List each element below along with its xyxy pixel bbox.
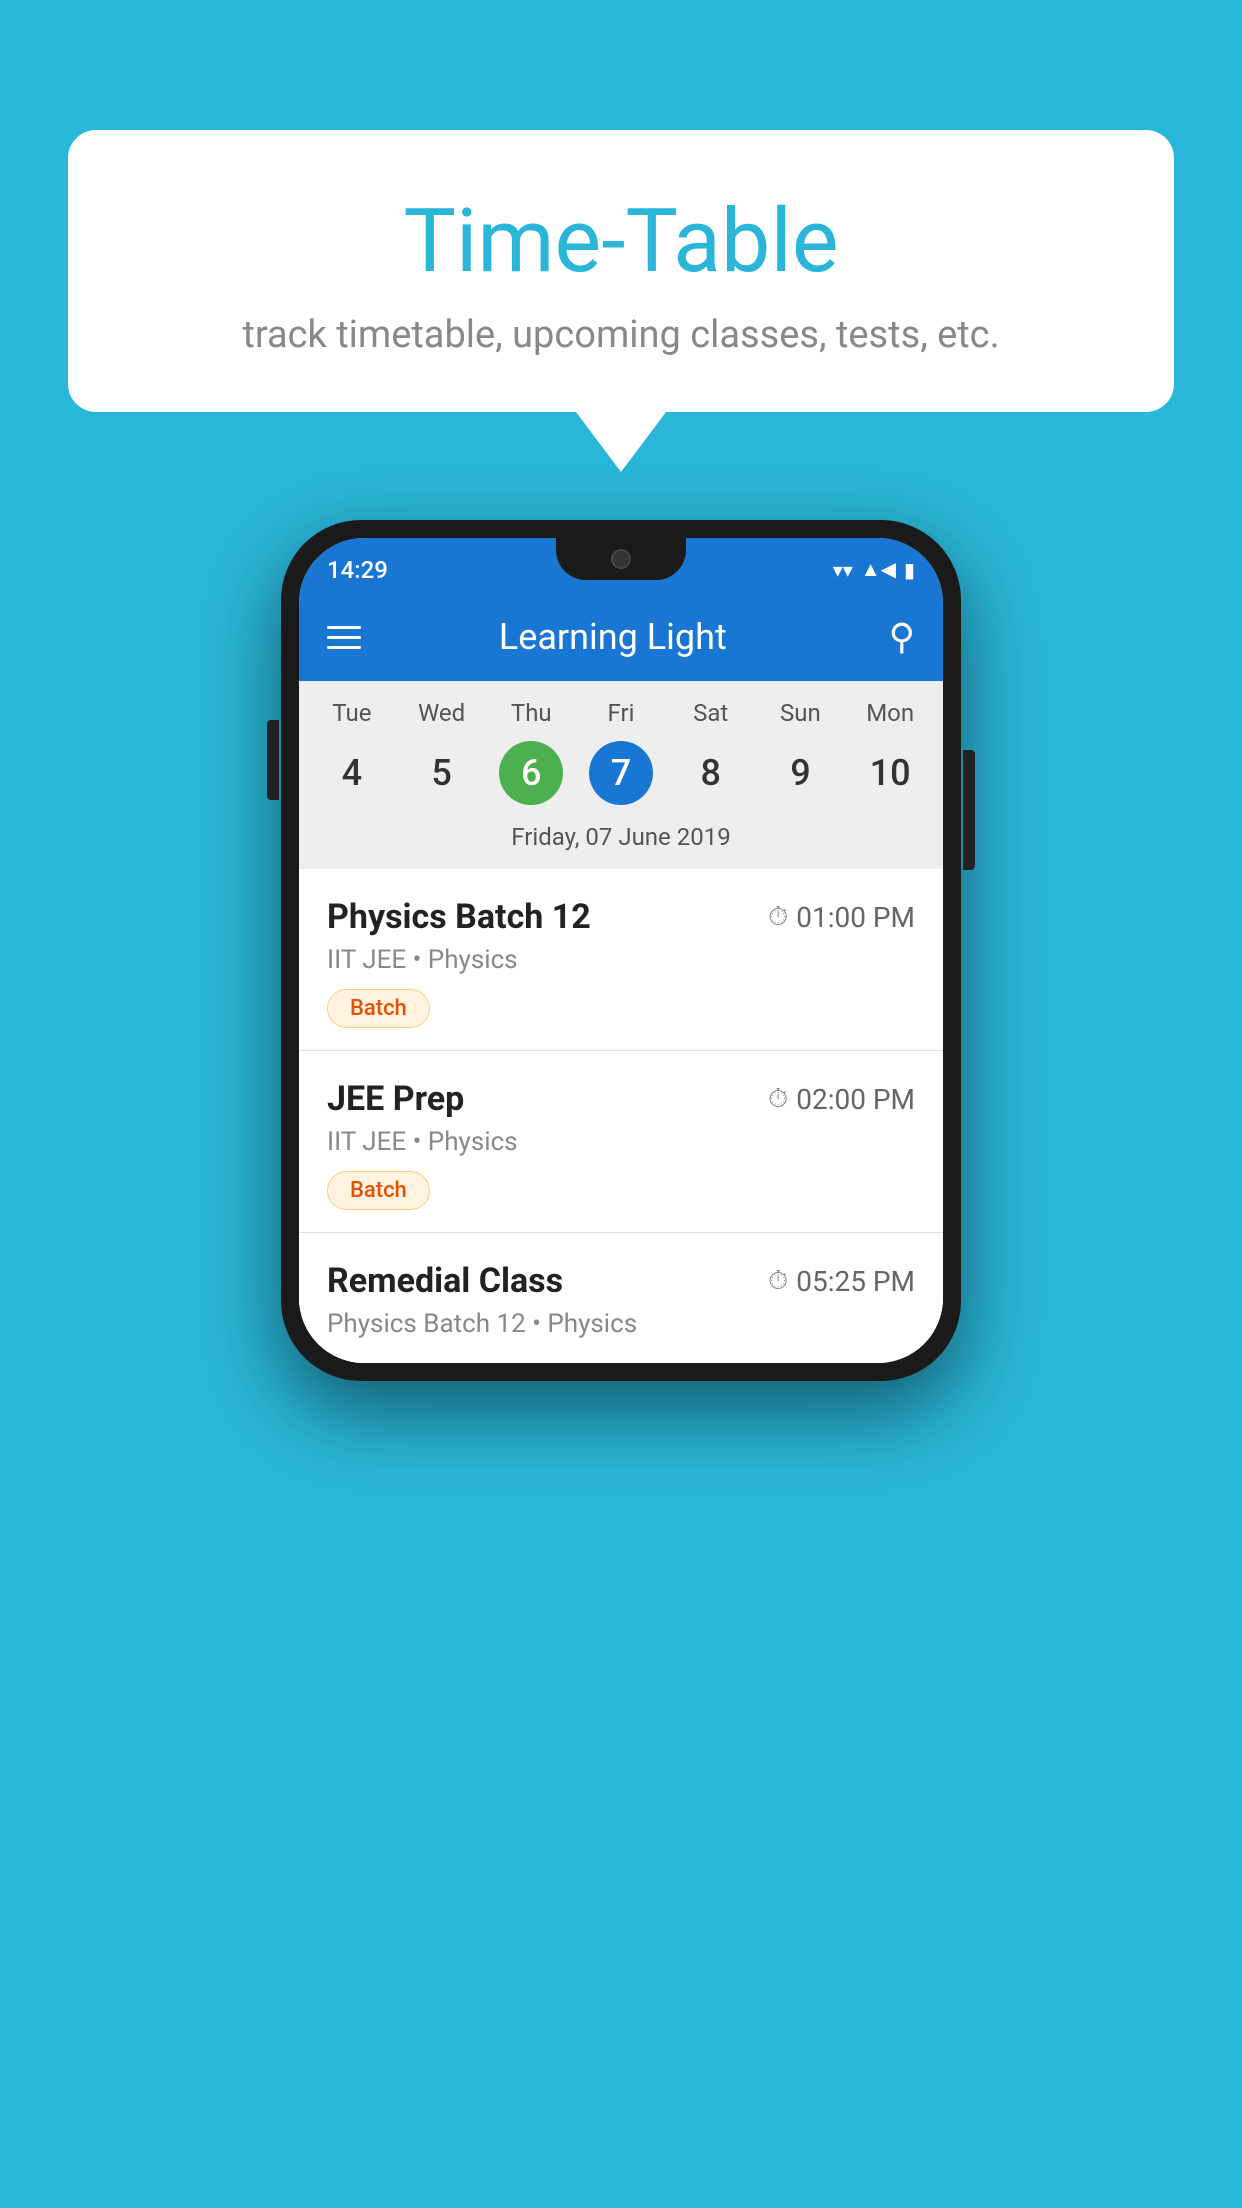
day-header-wed: Wed bbox=[397, 699, 487, 737]
batch-tag-1: Batch bbox=[327, 989, 430, 1028]
clock-icon-2: ⏱ bbox=[768, 1084, 788, 1115]
wifi-icon: ▾▾ bbox=[833, 558, 853, 582]
schedule-item-2-time: ⏱ 02:00 PM bbox=[768, 1083, 915, 1116]
day-header-fri: Fri bbox=[576, 699, 666, 737]
phone-screen: 14:29 ▾▾ ▲◀ ▮ Learning Light ⚲ bbox=[299, 538, 943, 1363]
bubble-tail bbox=[576, 412, 666, 472]
speech-bubble: Time-Table track timetable, upcoming cla… bbox=[68, 130, 1174, 412]
schedule-item-2-subtitle: IIT JEE • Physics bbox=[327, 1127, 915, 1157]
signal-icon: ▲◀ bbox=[861, 557, 896, 582]
schedule-item-3-header: Remedial Class ⏱ 05:25 PM bbox=[327, 1261, 915, 1301]
schedule-item-1-time: ⏱ 01:00 PM bbox=[768, 901, 915, 934]
day-7-selected[interactable]: 7 bbox=[589, 741, 653, 805]
schedule-item-1-header: Physics Batch 12 ⏱ 01:00 PM bbox=[327, 897, 915, 937]
day-5[interactable]: 5 bbox=[397, 737, 487, 809]
search-icon[interactable]: ⚲ bbox=[889, 616, 915, 658]
clock-icon-3: ⏱ bbox=[768, 1266, 788, 1297]
schedule-item-3-title: Remedial Class bbox=[327, 1261, 563, 1301]
app-bar: Learning Light ⚲ bbox=[299, 593, 943, 681]
day-header-mon: Mon bbox=[845, 699, 935, 737]
battery-icon: ▮ bbox=[904, 558, 915, 582]
phone-notch bbox=[556, 538, 686, 580]
schedule-item-2[interactable]: JEE Prep ⏱ 02:00 PM IIT JEE • Physics Ba… bbox=[299, 1051, 943, 1233]
schedule-item-1-subtitle: IIT JEE • Physics bbox=[327, 945, 915, 975]
schedule-item-1-title: Physics Batch 12 bbox=[327, 897, 591, 937]
bubble-title: Time-Table bbox=[118, 190, 1124, 293]
day-header-thu: Thu bbox=[486, 699, 576, 737]
day-header-sat: Sat bbox=[666, 699, 756, 737]
hamburger-menu-icon[interactable] bbox=[327, 626, 361, 649]
schedule-item-3-subtitle: Physics Batch 12 • Physics bbox=[327, 1309, 915, 1339]
day-numbers: 4 5 6 7 8 9 10 bbox=[299, 737, 943, 809]
app-title: Learning Light bbox=[385, 616, 841, 658]
schedule-item-2-title: JEE Prep bbox=[327, 1079, 464, 1119]
day-8[interactable]: 8 bbox=[666, 737, 756, 809]
day-header-sun: Sun bbox=[756, 699, 846, 737]
phone-mockup: 14:29 ▾▾ ▲◀ ▮ Learning Light ⚲ bbox=[281, 520, 961, 1381]
selected-date: Friday, 07 June 2019 bbox=[299, 809, 943, 869]
day-6-today[interactable]: 6 bbox=[499, 741, 563, 805]
day-headers: Tue Wed Thu Fri Sat Sun Mon bbox=[299, 699, 943, 737]
schedule-item-3-time: ⏱ 05:25 PM bbox=[768, 1265, 915, 1298]
calendar-strip: Tue Wed Thu Fri Sat Sun Mon 4 5 6 7 8 9 … bbox=[299, 681, 943, 869]
clock-icon-1: ⏱ bbox=[768, 902, 788, 933]
day-10[interactable]: 10 bbox=[845, 737, 935, 809]
schedule-item-2-header: JEE Prep ⏱ 02:00 PM bbox=[327, 1079, 915, 1119]
camera-icon bbox=[611, 549, 631, 569]
schedule-item-1[interactable]: Physics Batch 12 ⏱ 01:00 PM IIT JEE • Ph… bbox=[299, 869, 943, 1051]
day-header-tue: Tue bbox=[307, 699, 397, 737]
phone-outer: 14:29 ▾▾ ▲◀ ▮ Learning Light ⚲ bbox=[281, 520, 961, 1381]
status-time: 14:29 bbox=[327, 556, 388, 584]
schedule-container: Physics Batch 12 ⏱ 01:00 PM IIT JEE • Ph… bbox=[299, 869, 943, 1363]
batch-tag-2: Batch bbox=[327, 1171, 430, 1210]
day-9[interactable]: 9 bbox=[756, 737, 846, 809]
day-4[interactable]: 4 bbox=[307, 737, 397, 809]
schedule-item-3[interactable]: Remedial Class ⏱ 05:25 PM Physics Batch … bbox=[299, 1233, 943, 1363]
bubble-subtitle: track timetable, upcoming classes, tests… bbox=[118, 313, 1124, 357]
status-icons: ▾▾ ▲◀ ▮ bbox=[833, 557, 915, 582]
speech-bubble-section: Time-Table track timetable, upcoming cla… bbox=[68, 130, 1174, 472]
